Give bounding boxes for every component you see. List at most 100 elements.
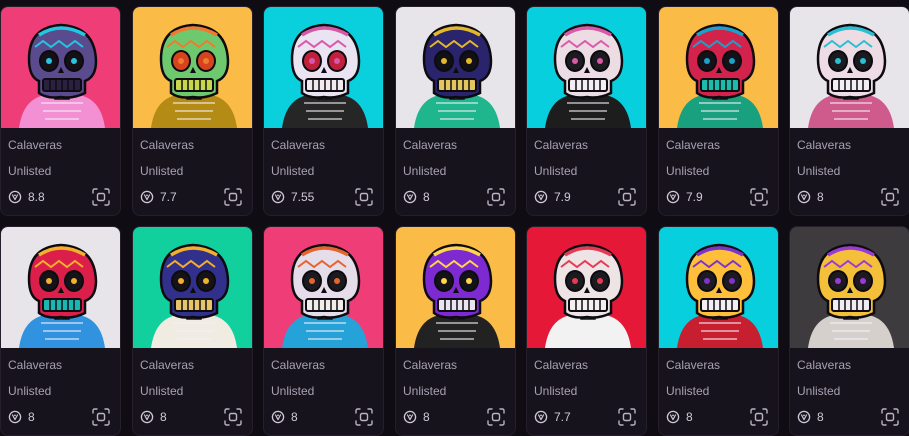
collection-name: Calaveras <box>140 358 195 372</box>
scan-icon[interactable] <box>880 187 900 207</box>
scan-icon[interactable] <box>91 407 111 427</box>
listing-status: Unlisted <box>666 164 710 178</box>
rarity-icon <box>797 190 811 204</box>
nft-card-8[interactable]: Calaveras Unlisted 8 <box>0 226 121 436</box>
collection-name: Calaveras <box>797 358 852 372</box>
rarity-icon <box>8 410 22 424</box>
rarity-value: 8 <box>423 190 430 204</box>
rarity-value: 8 <box>423 410 430 424</box>
nft-image[interactable] <box>133 7 252 128</box>
listing-status: Unlisted <box>271 164 315 178</box>
collection-name: Calaveras <box>140 138 195 152</box>
scan-icon[interactable] <box>617 407 637 427</box>
rarity-value: 7.9 <box>554 190 571 204</box>
rarity-value: 7.7 <box>160 190 177 204</box>
rarity-value: 7.9 <box>686 190 703 204</box>
rarity-value: 7.7 <box>554 410 571 424</box>
rarity-icon <box>666 190 680 204</box>
listing-status: Unlisted <box>140 384 184 398</box>
nft-image[interactable] <box>790 7 909 128</box>
nft-card-12[interactable]: Calaveras Unlisted 7.7 <box>526 226 647 436</box>
rarity-score: 8 <box>403 189 430 205</box>
rarity-score: 7.55 <box>271 189 314 205</box>
nft-image[interactable] <box>527 227 646 348</box>
scan-icon[interactable] <box>880 407 900 427</box>
scan-icon[interactable] <box>749 407 769 427</box>
nft-image[interactable] <box>659 7 778 128</box>
rarity-score: 8 <box>666 409 693 425</box>
listing-status: Unlisted <box>8 384 52 398</box>
collection-name: Calaveras <box>403 138 458 152</box>
nft-card-14[interactable]: Calaveras Unlisted 8 <box>789 226 909 436</box>
rarity-value: 8.8 <box>28 190 45 204</box>
rarity-score: 8 <box>797 409 824 425</box>
collection-name: Calaveras <box>271 358 326 372</box>
nft-image[interactable] <box>396 7 515 128</box>
rarity-score: 8 <box>140 409 167 425</box>
nft-image[interactable] <box>527 7 646 128</box>
rarity-value: 8 <box>291 410 298 424</box>
listing-status: Unlisted <box>534 384 578 398</box>
scan-icon[interactable] <box>749 187 769 207</box>
listing-status: Unlisted <box>797 164 841 178</box>
collection-name: Calaveras <box>534 138 589 152</box>
scan-icon[interactable] <box>354 187 374 207</box>
nft-card-11[interactable]: Calaveras Unlisted 8 <box>395 226 516 436</box>
listing-status: Unlisted <box>140 164 184 178</box>
listing-status: Unlisted <box>8 164 52 178</box>
rarity-value: 8 <box>28 410 35 424</box>
rarity-score: 7.9 <box>666 189 703 205</box>
nft-card-9[interactable]: Calaveras Unlisted 8 <box>132 226 253 436</box>
rarity-icon <box>8 190 22 204</box>
nft-card-2[interactable]: Calaveras Unlisted 7.7 <box>132 6 253 216</box>
nft-image[interactable] <box>264 227 383 348</box>
rarity-value: 8 <box>817 190 824 204</box>
listing-status: Unlisted <box>271 384 315 398</box>
rarity-icon <box>534 190 548 204</box>
nft-image[interactable] <box>1 7 120 128</box>
scan-icon[interactable] <box>91 187 111 207</box>
listing-status: Unlisted <box>666 384 710 398</box>
rarity-score: 8 <box>797 189 824 205</box>
nft-image[interactable] <box>1 227 120 348</box>
listing-status: Unlisted <box>403 164 447 178</box>
listing-status: Unlisted <box>534 164 578 178</box>
rarity-icon <box>666 410 680 424</box>
nft-card-7[interactable]: Calaveras Unlisted 8 <box>789 6 909 216</box>
nft-card-5[interactable]: Calaveras Unlisted 7.9 <box>526 6 647 216</box>
rarity-icon <box>271 190 285 204</box>
rarity-icon <box>140 190 154 204</box>
listing-status: Unlisted <box>403 384 447 398</box>
scan-icon[interactable] <box>617 187 637 207</box>
rarity-score: 8 <box>271 409 298 425</box>
nft-card-4[interactable]: Calaveras Unlisted 8 <box>395 6 516 216</box>
scan-icon[interactable] <box>223 187 243 207</box>
nft-card-13[interactable]: Calaveras Unlisted 8 <box>658 226 779 436</box>
listing-status: Unlisted <box>797 384 841 398</box>
rarity-value: 7.55 <box>291 190 315 204</box>
scan-icon[interactable] <box>223 407 243 427</box>
rarity-score: 7.7 <box>534 409 571 425</box>
rarity-score: 8 <box>403 409 430 425</box>
nft-card-6[interactable]: Calaveras Unlisted 7.9 <box>658 6 779 216</box>
nft-card-1[interactable]: Calaveras Unlisted 8.8 <box>0 6 121 216</box>
collection-name: Calaveras <box>403 358 458 372</box>
collection-name: Calaveras <box>666 138 721 152</box>
scan-icon[interactable] <box>354 407 374 427</box>
rarity-value: 8 <box>817 410 824 424</box>
scan-icon[interactable] <box>486 407 506 427</box>
nft-image[interactable] <box>133 227 252 348</box>
rarity-icon <box>140 410 154 424</box>
collection-name: Calaveras <box>8 138 63 152</box>
rarity-value: 8 <box>686 410 693 424</box>
rarity-score: 7.7 <box>140 189 177 205</box>
nft-image[interactable] <box>264 7 383 128</box>
nft-card-3[interactable]: Calaveras Unlisted 7.55 <box>263 6 384 216</box>
nft-image[interactable] <box>659 227 778 348</box>
nft-card-10[interactable]: Calaveras Unlisted 8 <box>263 226 384 436</box>
nft-image[interactable] <box>790 227 909 348</box>
nft-image[interactable] <box>396 227 515 348</box>
scan-icon[interactable] <box>486 187 506 207</box>
collection-name: Calaveras <box>534 358 589 372</box>
rarity-icon <box>403 410 417 424</box>
